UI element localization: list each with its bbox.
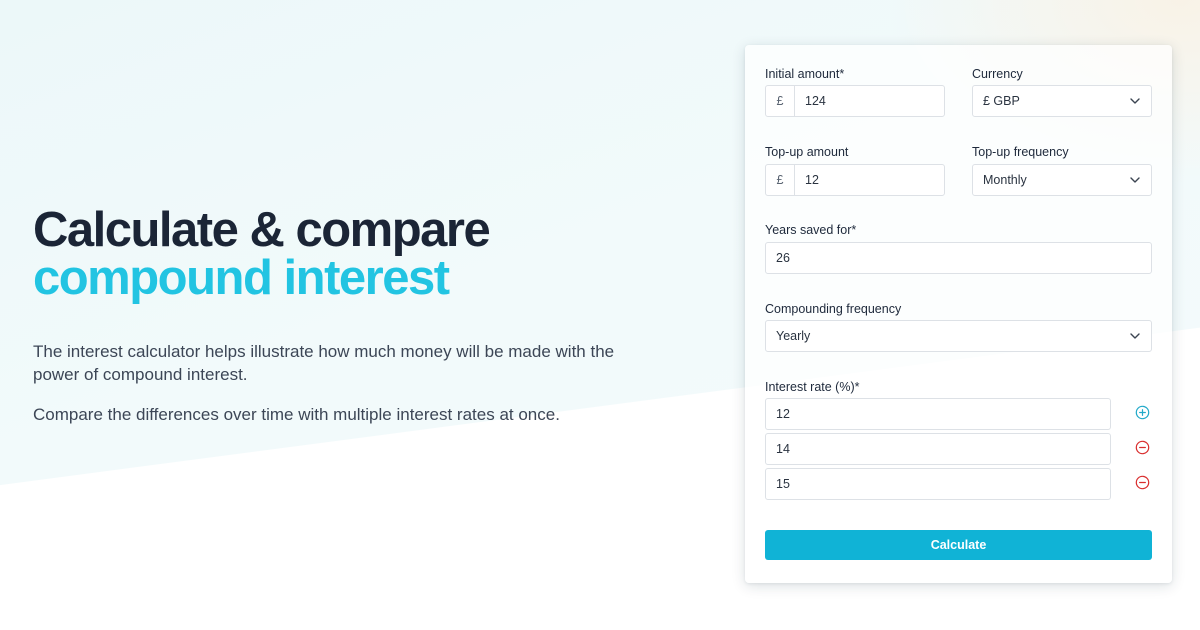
chevron-down-icon — [1119, 86, 1151, 116]
page-title: Calculate & compare compound interest — [33, 203, 653, 305]
interest-rate-input[interactable]: 15 — [766, 477, 1110, 491]
compounding-value: Yearly — [776, 329, 811, 343]
compounding-label: Compounding frequency — [765, 302, 902, 316]
calculate-button[interactable]: Calculate — [765, 530, 1152, 560]
interest-rate-label: Interest rate (%)* — [765, 380, 860, 394]
years-label: Years saved for* — [765, 223, 857, 237]
initial-amount-field[interactable]: £ 124 — [765, 85, 945, 117]
compounding-select[interactable]: Yearly — [765, 320, 1152, 352]
plus-circle-icon[interactable] — [1134, 404, 1150, 420]
minus-circle-icon[interactable] — [1134, 439, 1150, 455]
chevron-down-icon — [1119, 165, 1151, 195]
intro-paragraph-2: Compare the differences over time with m… — [33, 405, 560, 424]
initial-amount-label: Initial amount* — [765, 67, 845, 81]
minus-circle-icon[interactable] — [1134, 474, 1150, 490]
years-input[interactable]: 26 — [766, 251, 1151, 265]
currency-prefix: £ — [766, 86, 795, 116]
title-line-2-highlight: compound interest — [33, 251, 450, 305]
interest-rate-input[interactable]: 14 — [766, 442, 1110, 456]
hero-section: Calculate & compare compound interest Th… — [33, 206, 653, 426]
topup-amount-field[interactable]: £ 12 — [765, 164, 945, 196]
chevron-down-icon — [1119, 321, 1151, 351]
topup-frequency-select[interactable]: Monthly — [972, 164, 1152, 196]
title-line-1: Calculate & compare — [33, 203, 491, 257]
topup-frequency-value: Monthly — [983, 173, 1027, 187]
intro-paragraph-1: The interest calculator helps illustrate… — [33, 342, 615, 384]
interest-rate-field[interactable]: 15 — [765, 468, 1111, 500]
currency-select[interactable]: £ GBP — [972, 85, 1152, 117]
interest-rate-input[interactable]: 12 — [766, 407, 1110, 421]
topup-amount-label: Top-up amount — [765, 145, 849, 159]
topup-amount-input[interactable]: 12 — [795, 173, 944, 187]
topup-frequency-label: Top-up frequency — [972, 145, 1069, 159]
calculator-form: Initial amount* £ 124 Currency £ GBP Top… — [745, 45, 1172, 583]
currency-label: Currency — [972, 67, 1023, 81]
interest-rate-field[interactable]: 12 — [765, 398, 1111, 430]
years-field[interactable]: 26 — [765, 242, 1152, 274]
interest-rate-field[interactable]: 14 — [765, 433, 1111, 465]
initial-amount-input[interactable]: 124 — [795, 94, 944, 108]
currency-prefix: £ — [766, 165, 795, 195]
currency-value: £ GBP — [983, 94, 1020, 108]
